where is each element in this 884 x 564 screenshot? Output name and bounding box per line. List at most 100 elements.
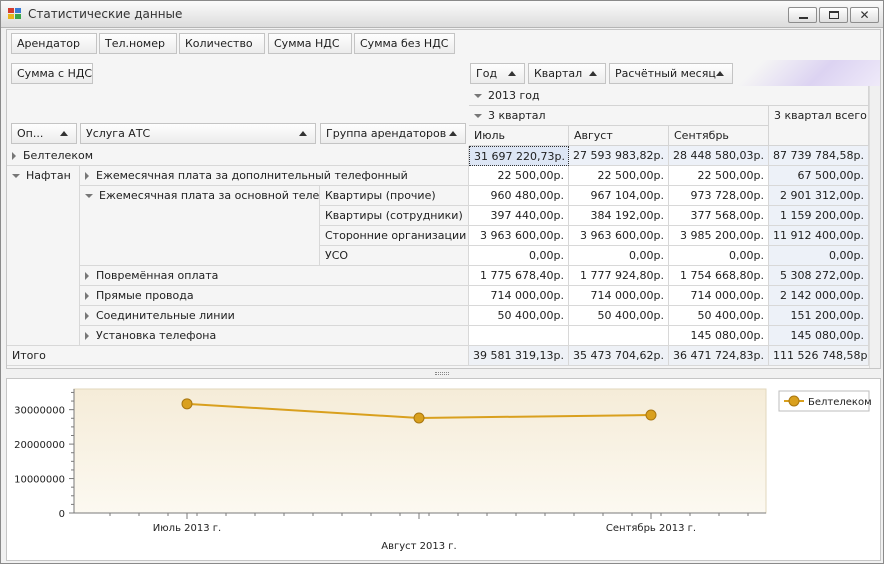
column-header-year[interactable]: 2013 год (469, 86, 869, 106)
cell-value[interactable]: 0,00р. (469, 246, 569, 266)
close-icon: ✕ (859, 8, 870, 22)
cell-row-total[interactable]: 145 080,00р. (769, 326, 869, 346)
line-chart: 0 10000000 20000000 30000000 Июль 2013 г. Авг… (14, 388, 872, 552)
cell-value[interactable]: 1 775 678,40р. (469, 266, 569, 286)
legend-marker (788, 395, 800, 407)
cell-value[interactable]: 22 500,00р. (669, 166, 769, 186)
cell-beltelecom-august[interactable]: 27 593 983,82р. (569, 146, 669, 166)
cell-value[interactable] (469, 326, 569, 346)
cell-value[interactable]: 714 000,00р. (569, 286, 669, 306)
filter-field-vat[interactable]: Сумма НДС (268, 33, 352, 54)
row-header-service[interactable]: Повремённая оплата (80, 266, 469, 286)
cell-row-total[interactable]: 2 142 000,00р. (769, 286, 869, 306)
filter-field-tenant[interactable]: Арендатор (11, 33, 97, 54)
pivot-grid: Арендатор Тел.номер Количество Сумма НДС… (6, 29, 881, 369)
cell-row-total[interactable]: 1 159 200,00р. (769, 206, 869, 226)
row-field-service[interactable]: Услуга АТС (80, 123, 316, 144)
cell-value[interactable]: 22 500,00р. (569, 166, 669, 186)
cell-value[interactable]: 967 104,00р. (569, 186, 669, 206)
expand-icon (85, 172, 89, 180)
row-field-operator[interactable]: Оп... (11, 123, 77, 144)
row-header-service[interactable]: Соединительные линии (80, 306, 469, 326)
cell-value[interactable]: 714 000,00р. (669, 286, 769, 306)
cell-value[interactable]: 3 963 600,00р. (469, 226, 569, 246)
column-header-quarter[interactable]: 3 квартал (469, 106, 769, 126)
row-header-group[interactable]: УСО (320, 246, 469, 266)
data-point (181, 398, 193, 410)
cell-beltelecom-july[interactable]: 31 697 220,73р. (469, 146, 569, 166)
row-field-tenant-group[interactable]: Группа арендаторов (320, 123, 466, 144)
expand-icon (85, 272, 89, 280)
y-tick-label: 0 (59, 509, 65, 520)
cell-row-total[interactable]: 67 500,00р. (769, 166, 869, 186)
cell-value[interactable]: 973 728,00р. (669, 186, 769, 206)
cell-beltelecom-total[interactable]: 87 739 784,58р. (769, 146, 869, 166)
filter-field-phone[interactable]: Тел.номер (99, 33, 177, 54)
cell-value[interactable]: 1 777 924,80р. (569, 266, 669, 286)
row-header-group[interactable]: Сторонние организации (320, 226, 469, 246)
x-tick-label: Сентябрь 2013 г. (606, 523, 696, 534)
cell-value[interactable] (569, 326, 669, 346)
row-header-naftan[interactable]: Нафтан (7, 166, 80, 346)
close-button[interactable]: ✕ (850, 7, 879, 23)
window-title: Статистические данные (28, 7, 183, 21)
cell-value[interactable]: 145 080,00р. (669, 326, 769, 346)
splitter-grip-icon (435, 372, 449, 375)
column-field-year[interactable]: Год (470, 63, 525, 84)
cell-beltelecom-september[interactable]: 28 448 580,03р. (669, 146, 769, 166)
cell-row-total[interactable]: 151 200,00р. (769, 306, 869, 326)
row-label: Соединительные линии (96, 309, 235, 322)
row-field-tenant-group-label: Группа арендаторов (326, 127, 447, 140)
row-header-service[interactable]: Ежемесячная плата за основной телефон (80, 186, 320, 266)
cell-row-total[interactable]: 0,00р. (769, 246, 869, 266)
column-field-quarter-label: Квартал (534, 67, 583, 80)
y-tick-label: 30000000 (14, 406, 65, 417)
cell-grand-total[interactable]: 111 526 748,58р. (769, 346, 869, 366)
cell-value[interactable]: 1 754 668,80р. (669, 266, 769, 286)
cell-value[interactable]: 50 400,00р. (569, 306, 669, 326)
row-header-group[interactable]: Квартиры (сотрудники) (320, 206, 469, 226)
y-tick-label: 10000000 (14, 475, 65, 486)
column-header-september[interactable]: Сентябрь (669, 126, 769, 146)
cell-grand-total-september[interactable]: 36 471 724,83р. (669, 346, 769, 366)
cell-value[interactable]: 22 500,00р. (469, 166, 569, 186)
cell-value[interactable]: 714 000,00р. (469, 286, 569, 306)
cell-row-total[interactable]: 11 912 400,00р. (769, 226, 869, 246)
column-header-august[interactable]: Август (569, 126, 669, 146)
filter-field-quantity[interactable]: Количество (179, 33, 265, 54)
data-field-sum-with-vat[interactable]: Сумма с НДС (11, 63, 93, 84)
row-header-group[interactable]: Квартиры (прочие) (320, 186, 469, 206)
cell-value[interactable]: 384 192,00р. (569, 206, 669, 226)
row-header-service[interactable]: Ежемесячная плата за дополнительный теле… (80, 166, 469, 186)
cell-value[interactable]: 3 985 200,00р. (669, 226, 769, 246)
column-field-month[interactable]: Расчётный месяц (609, 63, 733, 84)
cell-value[interactable]: 0,00р. (569, 246, 669, 266)
cell-value[interactable]: 377 568,00р. (669, 206, 769, 226)
cell-row-total[interactable]: 2 901 312,00р. (769, 186, 869, 206)
splitter[interactable] (6, 370, 881, 378)
sort-asc-icon (449, 131, 457, 136)
minimize-button[interactable] (788, 7, 817, 23)
filter-field-sum-without-vat[interactable]: Сумма без НДС (354, 33, 455, 54)
column-header-quarter-total[interactable]: 3 квартал всего (769, 106, 869, 146)
cell-grand-total-august[interactable]: 35 473 704,62р. (569, 346, 669, 366)
column-header-july[interactable]: Июль (469, 126, 569, 146)
cell-value[interactable]: 50 400,00р. (669, 306, 769, 326)
cell-value[interactable]: 960 480,00р. (469, 186, 569, 206)
cell-value[interactable]: 397 440,00р. (469, 206, 569, 226)
sort-asc-icon (716, 71, 724, 76)
cell-value[interactable]: 0,00р. (669, 246, 769, 266)
collapse-icon (85, 194, 93, 198)
cell-value[interactable]: 50 400,00р. (469, 306, 569, 326)
app-icon (8, 8, 21, 20)
row-header-service[interactable]: Прямые провода (80, 286, 469, 306)
row-header-service[interactable]: Установка телефона (80, 326, 469, 346)
cell-value[interactable]: 3 963 600,00р. (569, 226, 669, 246)
cell-row-total[interactable]: 5 308 272,00р. (769, 266, 869, 286)
maximize-button[interactable] (819, 7, 848, 23)
cell-grand-total-july[interactable]: 39 581 319,13р. (469, 346, 569, 366)
row-header-beltelecom[interactable]: Белтелеком (7, 146, 469, 166)
y-tick-label: 20000000 (14, 440, 65, 451)
row-header-grand-total[interactable]: Итого (7, 346, 469, 366)
column-field-quarter[interactable]: Квартал (528, 63, 606, 84)
